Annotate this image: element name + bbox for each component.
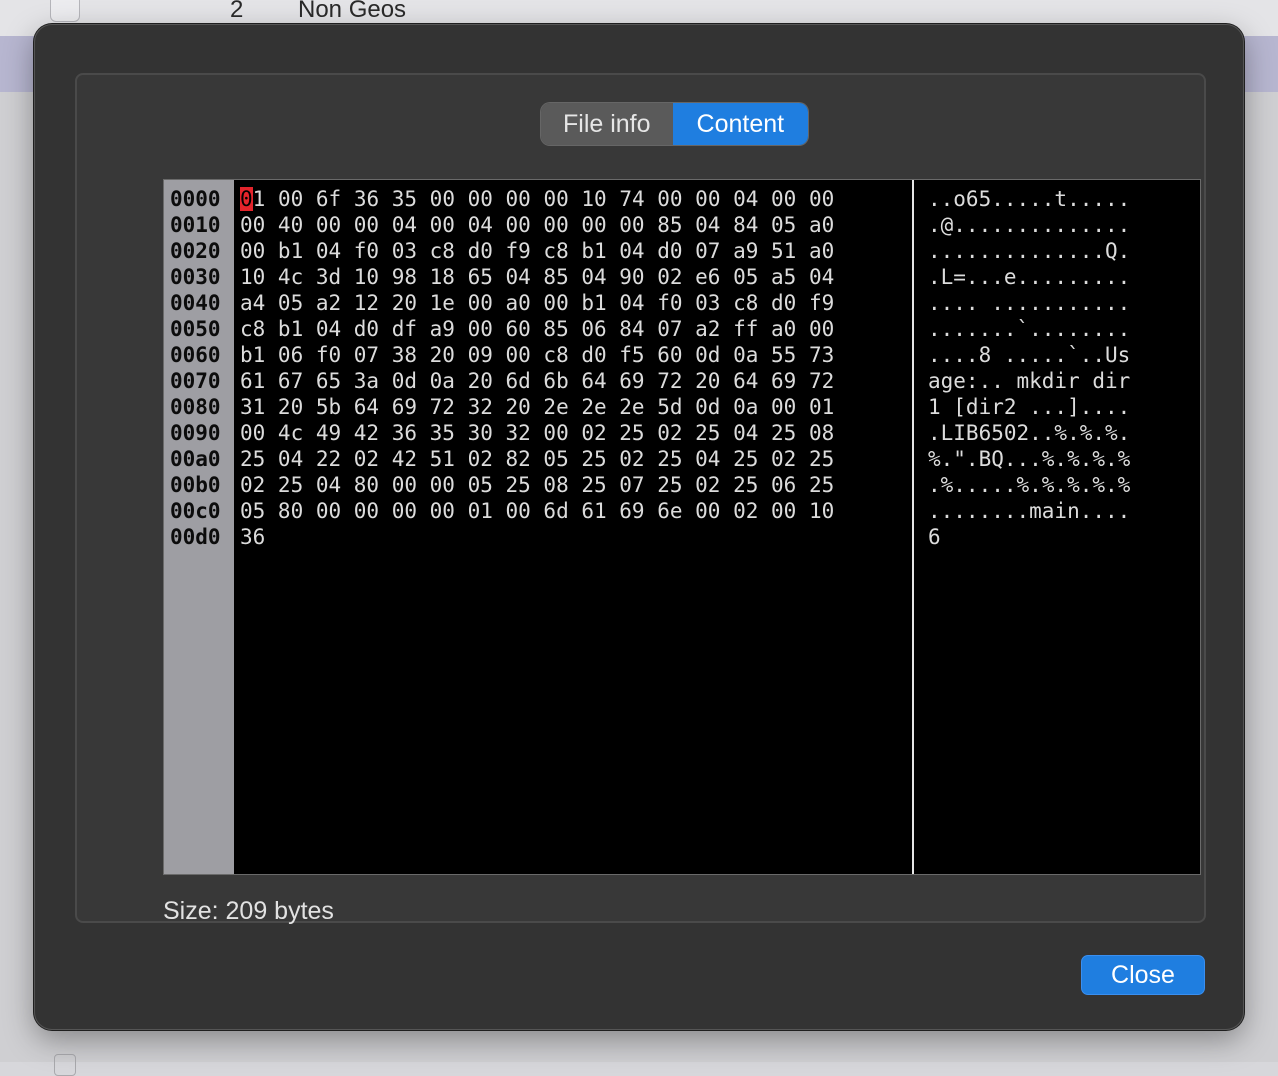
offset-label: 00d0	[170, 525, 221, 549]
offset-label: 00a0	[170, 447, 221, 471]
offset-label: 0070	[170, 369, 221, 393]
hex-row: 31 20 5b 64 69 72 32 20 2e 2e 2e 5d 0d 0…	[240, 395, 835, 419]
hex-row: 36	[240, 525, 266, 549]
offset-label: 0020	[170, 239, 221, 263]
hex-viewer[interactable]: 0000 0010 0020 0030 0040 0050 0060 0070 0080 0090…	[163, 179, 1201, 875]
offset-label: 0080	[170, 395, 221, 419]
offset-label: 0090	[170, 421, 221, 445]
cursor-byte[interactable]: 01	[240, 187, 265, 211]
hex-ascii-divider	[912, 180, 914, 874]
hex-row: c8 b1 04 d0 df a9 00 60 85 06 84 07 a2 f…	[240, 317, 835, 341]
offset-label: 0050	[170, 317, 221, 341]
ascii-row: age:.. mkdir dir	[928, 369, 1131, 393]
background-checkbox	[50, 0, 80, 22]
hex-row: 61 67 65 3a 0d 0a 20 6d 6b 64 69 72 20 6…	[240, 369, 835, 393]
background-row-name: Non Geos	[298, 0, 407, 23]
offset-label: 0000	[170, 187, 221, 211]
close-button[interactable]: Close	[1081, 955, 1205, 995]
background-row-number: 2	[230, 0, 244, 23]
offset-gutter: 0000 0010 0020 0030 0040 0050 0060 0070 0080 0090…	[164, 180, 234, 874]
offset-label: 0060	[170, 343, 221, 367]
hex-row: 00 b1 04 f0 03 c8 d0 f9 c8 b1 04 d0 07 a…	[240, 239, 835, 263]
tab-file-info[interactable]: File info	[541, 103, 673, 145]
ascii-row: 1 [dir2 ...]....	[928, 395, 1131, 419]
ascii-row: .%.....%.%.%.%.%	[928, 473, 1131, 497]
ascii-column: ..o65.....t..... .@......................…	[928, 186, 1198, 550]
tab-bar: File info Content	[541, 103, 809, 145]
offset-label: 0010	[170, 213, 221, 237]
ascii-row: 6	[928, 525, 941, 549]
hex-row: 00 40 00 00 04 00 04 00 00 00 00 85 04 8…	[240, 213, 835, 237]
ascii-row: .... ...........	[928, 291, 1131, 315]
ascii-row: .@..............	[928, 213, 1131, 237]
size-label: Size: 209 bytes	[163, 897, 334, 925]
hex-bytes-column: 01 00 6f 36 35 00 00 00 00 10 74 00 00 0…	[240, 186, 912, 550]
offset-label: 00b0	[170, 473, 221, 497]
hex-row: 05 80 00 00 00 00 01 00 6d 61 69 6e 00 0…	[240, 499, 835, 523]
hex-row: 10 4c 3d 10 98 18 65 04 85 04 90 02 e6 0…	[240, 265, 835, 289]
hex-row: 25 04 22 02 42 51 02 82 05 25 02 25 04 2…	[240, 447, 835, 471]
ascii-row: ..............Q.	[928, 239, 1131, 263]
ascii-row: ....8 .....`..Us	[928, 343, 1131, 367]
ascii-row: .L=...e.........	[928, 265, 1131, 289]
background-checkbox-bottom	[54, 1054, 76, 1076]
file-info-dialog: File info Content 0000 0010 0020 0030 0040 00…	[34, 24, 1244, 1030]
cursor-highlight: 0	[240, 187, 253, 211]
tab-content-box: File info Content 0000 0010 0020 0030 0040 00…	[75, 73, 1206, 925]
hex-row: 00 4c 49 42 36 35 30 32 00 02 25 02 25 0…	[240, 421, 835, 445]
tab-content[interactable]: Content	[672, 103, 809, 145]
hex-row: b1 06 f0 07 38 20 09 00 c8 d0 f5 60 0d 0…	[240, 343, 835, 367]
ascii-row: ..o65.....t.....	[928, 187, 1131, 211]
offset-label: 0030	[170, 265, 221, 289]
ascii-row: .LIB6502..%.%.%.	[928, 421, 1131, 445]
ascii-row: ........main....	[928, 499, 1131, 523]
offset-label: 00c0	[170, 499, 221, 523]
hex-row: a4 05 a2 12 20 1e 00 a0 00 b1 04 f0 03 c…	[240, 291, 835, 315]
ascii-row: .......`........	[928, 317, 1131, 341]
ascii-row: %.".BQ...%.%.%.%	[928, 447, 1131, 471]
hex-row: 02 25 04 80 00 00 05 25 08 25 07 25 02 2…	[240, 473, 835, 497]
hex-row: 01 00 6f 36 35 00 00 00 00 10 74 00 00 0…	[240, 187, 835, 211]
offset-label: 0040	[170, 291, 221, 315]
